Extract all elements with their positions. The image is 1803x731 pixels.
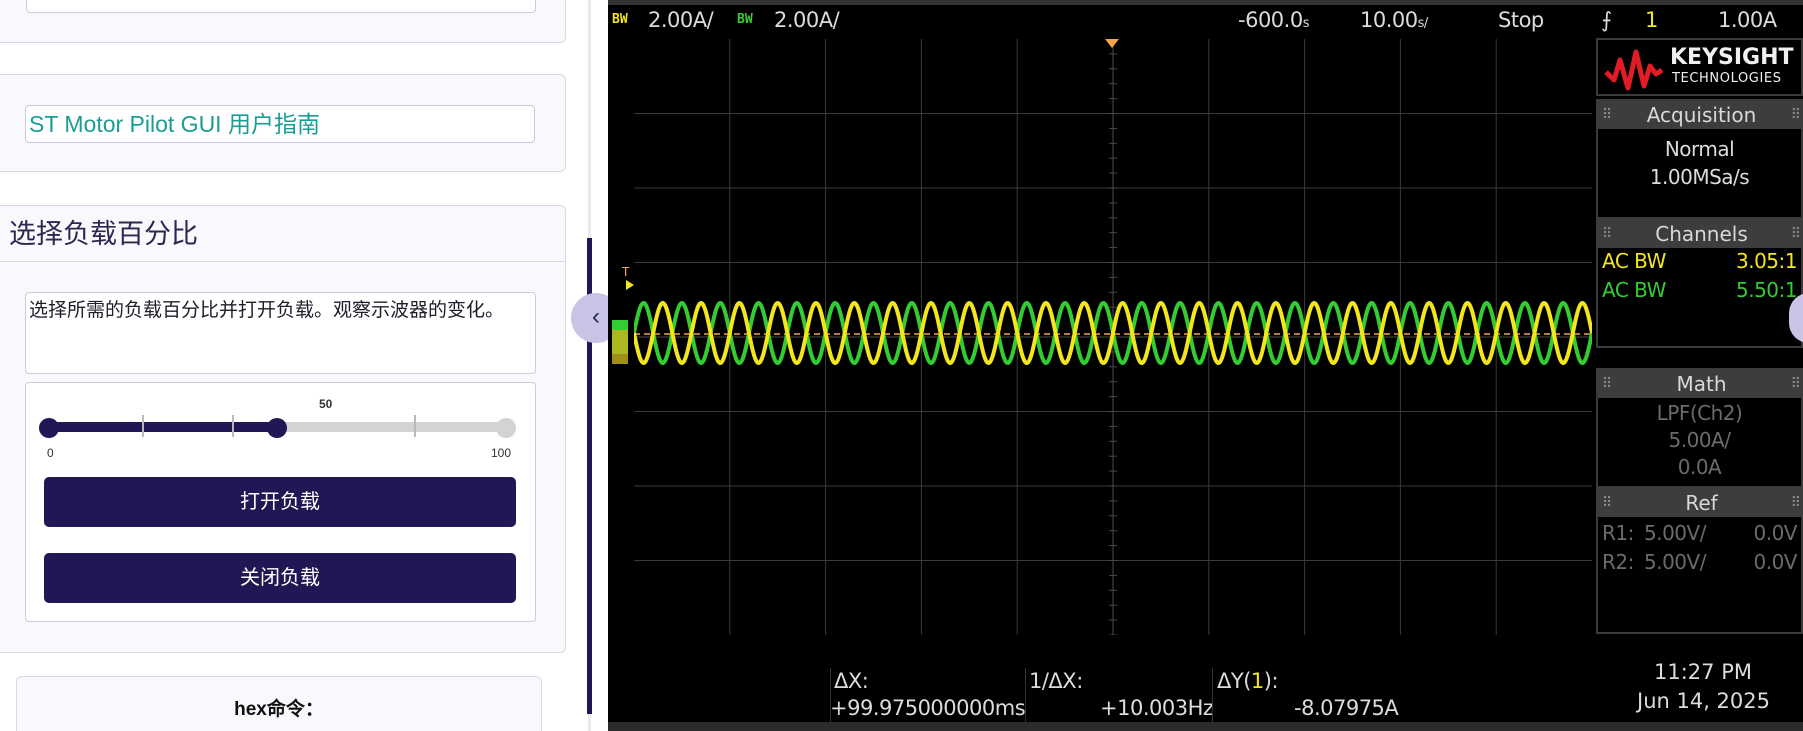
user-guide-link[interactable]: ST Motor Pilot GUI 用户指南 [26, 106, 534, 142]
grip-icon: ⠿ [1790, 226, 1801, 242]
keysight-logo: KEYSIGHT TECHNOLOGIES [1596, 38, 1803, 96]
left-panel: ST Motor Pilot GUI 用户指南 选择负载百分比 选择所需的负载百… [0, 0, 590, 731]
ch2-ground-marker [612, 320, 628, 354]
ch1-coupling: AC BW [1602, 249, 1666, 273]
acquisition-title: Acquisition [1646, 103, 1757, 127]
logo-brand: KEYSIGHT [1670, 45, 1794, 70]
slider-tick [414, 415, 416, 437]
ref-panel[interactable]: ⠿ Ref ⠿ R1: 5.00V/ 0.0V R2: 5.00V/ 0.0V [1596, 487, 1803, 634]
instruction-text: 选择所需的负载百分比并打开负载。观察示波器的变化。 [29, 300, 505, 321]
grip-icon: ⠿ [1602, 107, 1613, 123]
slider-min-label: 0 [47, 446, 54, 460]
math-header: ⠿ Math ⠿ [1598, 370, 1803, 398]
channels-title: Channels [1655, 222, 1748, 246]
wave-logo-icon [1604, 49, 1664, 91]
scope-bottom-strip [608, 722, 1803, 731]
inv-dx-label: 1/ΔX: [1029, 669, 1083, 693]
acq-rate: 1.00MSa/s [1649, 165, 1750, 189]
r1-offset: 0.0V [1753, 521, 1798, 545]
r1-scale: 5.00V/ [1644, 521, 1706, 545]
math-panel[interactable]: ⠿ Math ⠿ LPF(Ch2) 5.00A/ 0.0A [1596, 368, 1803, 488]
clock-date: Jun 14, 2025 [1637, 689, 1771, 713]
gap-strip [592, 0, 608, 731]
open-load-button[interactable]: 打开负载 [44, 477, 516, 527]
dy-channel: 1 [1250, 669, 1264, 693]
dy-label: ΔY(1): [1217, 669, 1279, 693]
dx-label: ΔX: [834, 669, 869, 693]
chevron-left-icon: ‹ [592, 303, 600, 330]
slider-value-label: 50 [319, 397, 333, 411]
dx-value: +99.975000000ms [830, 696, 1026, 720]
math-offset: 0.0A [1677, 455, 1722, 479]
oscilloscope-screen: BW 2.00A/ BW 2.00A/ -600.0s 10.00s/ Stop… [608, 0, 1803, 731]
r2-name: R2: [1602, 550, 1634, 574]
math-title: Math [1676, 372, 1727, 396]
grip-icon: ⠿ [1790, 495, 1801, 511]
ch1-ground-marker [612, 330, 628, 364]
waveform-display[interactable] [634, 39, 1592, 635]
logo-sub: TECHNOLOGIES [1672, 71, 1782, 86]
channels-panel[interactable]: ⠿ Channels ⠿ AC BW 3.05:1 AC BW 5.50:1 [1596, 218, 1803, 348]
trigger-level[interactable]: 1.00A [1718, 8, 1777, 32]
ch2-coupling: AC BW [1602, 278, 1666, 302]
slider-handle[interactable] [267, 418, 287, 438]
timebase-readout[interactable]: 10.00s/ [1360, 8, 1428, 32]
top-card [0, 0, 566, 43]
r2-offset: 0.0V [1753, 550, 1798, 574]
slider-max-label: 100 [491, 446, 512, 460]
r1-name: R1: [1602, 521, 1634, 545]
top-field [26, 0, 536, 13]
hex-command-title: hex命令： [16, 676, 542, 731]
guide-link-box[interactable]: ST Motor Pilot GUI 用户指南 [25, 105, 535, 143]
run-state[interactable]: Stop [1498, 8, 1544, 32]
close-load-button[interactable]: 关闭负载 [44, 553, 516, 603]
scope-sidebar: KEYSIGHT TECHNOLOGIES ⠿ Acquisition ⠿ No… [1596, 38, 1803, 634]
acquisition-panel[interactable]: ⠿ Acquisition ⠿ Normal 1.00MSa/s [1596, 99, 1803, 219]
trigger-edge-icon: ⨍ [1601, 8, 1612, 32]
clock-time: 11:27 PM [1654, 660, 1752, 684]
delay-unit: s [1302, 16, 1310, 31]
grip-icon: ⠿ [1790, 107, 1801, 123]
section-title: 选择负载百分比 [9, 219, 198, 249]
slider-max-dot [496, 418, 516, 438]
slider-min-dot [39, 418, 59, 438]
dy-value: -8.07975A [1294, 696, 1399, 720]
acquisition-header: ⠿ Acquisition ⠿ [1598, 101, 1803, 129]
math-func: LPF(Ch2) [1656, 401, 1743, 425]
trigger-level-marker [626, 280, 634, 290]
scope-top-border [608, 0, 1803, 5]
grip-icon: ⠿ [1602, 495, 1613, 511]
ref-title: Ref [1685, 491, 1718, 515]
ch2-ratio: 5.50:1 [1736, 278, 1798, 302]
delay-value: -600.0 [1238, 8, 1303, 32]
slider-fill [48, 422, 277, 432]
grip-icon: ⠿ [1602, 226, 1613, 242]
ch1-scale[interactable]: 2.00A/ [648, 8, 714, 32]
section-divider [0, 261, 565, 262]
timebase-unit: s/ [1417, 16, 1429, 31]
channels-header: ⠿ Channels ⠿ [1598, 220, 1803, 248]
ch1-bw-badge: BW [612, 12, 628, 27]
measurement-bar: ΔX: +99.975000000ms 1/ΔX: +10.003Hz ΔY(1… [608, 636, 1803, 731]
ch2-bw-badge: BW [737, 12, 753, 27]
ch1-ratio: 3.05:1 [1736, 249, 1798, 273]
trigger-channel: 1 [1645, 8, 1658, 32]
slider-tick [142, 415, 144, 437]
grip-icon: ⠿ [1790, 376, 1801, 392]
ch2-scale[interactable]: 2.00A/ [774, 8, 840, 32]
timebase-value: 10.00 [1360, 8, 1418, 32]
delay-readout[interactable]: -600.0s [1238, 8, 1310, 32]
math-scale: 5.00A/ [1668, 428, 1731, 452]
ref-header: ⠿ Ref ⠿ [1598, 489, 1803, 517]
guide-card: ST Motor Pilot GUI 用户指南 [0, 74, 566, 172]
grip-icon: ⠿ [1602, 376, 1613, 392]
r2-scale: 5.00V/ [1644, 550, 1706, 574]
inv-dx-value: +10.003Hz [1100, 696, 1214, 720]
trigger-t-label: T [621, 265, 630, 279]
slider-tick [232, 415, 234, 437]
acq-mode: Normal [1664, 137, 1735, 161]
instruction-box: 选择所需的负载百分比并打开负载。观察示波器的变化。 [25, 292, 536, 374]
